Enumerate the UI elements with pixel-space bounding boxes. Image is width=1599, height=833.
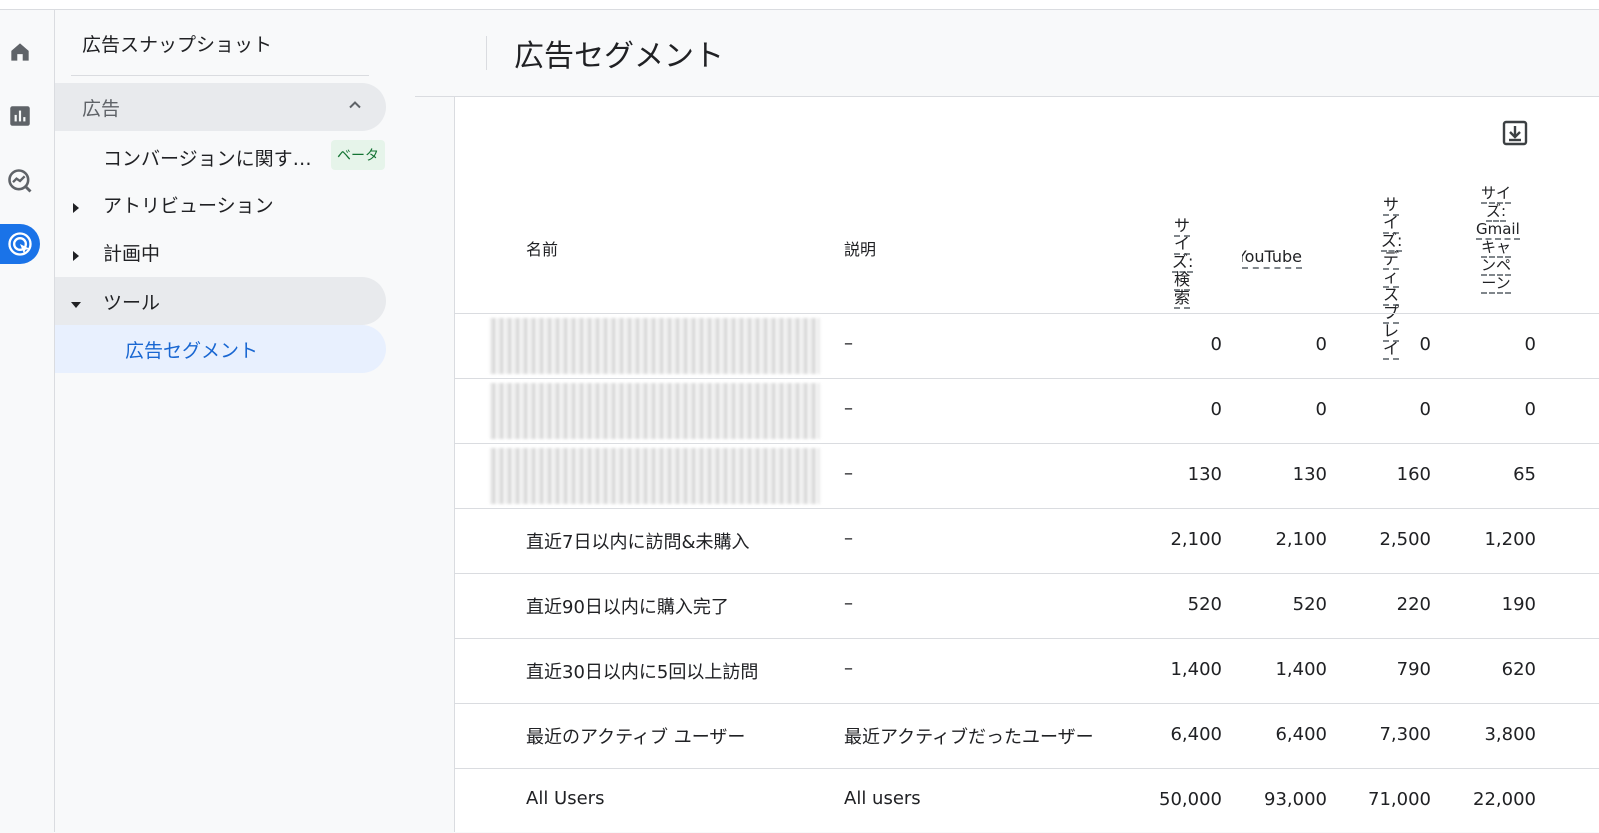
side-nav: 広告スナップショット 広告 コンバージョンに関す… ベータ アトリビューション … [55, 10, 415, 832]
cell-description: – [844, 463, 853, 484]
divider [71, 75, 369, 76]
cell-size-youtube: 0 [1315, 334, 1327, 355]
top-bar [0, 0, 1599, 10]
nav-group-ads[interactable]: 広告 [55, 83, 386, 131]
cell-description: – [844, 398, 853, 419]
nav-group-label: 広告 [82, 98, 121, 120]
sidebar-item-tools[interactable]: ツール [55, 277, 386, 325]
icon-rail [0, 10, 55, 832]
cell-name: 直近7日以内に訪問&未購入 [526, 532, 750, 553]
cell-description: – [844, 593, 853, 614]
cell-size-display: 7,300 [1379, 724, 1431, 745]
column-header-size-youtube[interactable]: サイズ: YouTube [1242, 247, 1302, 269]
cell-description: – [844, 333, 853, 354]
sidebar-item-label: 計画中 [103, 243, 161, 265]
cell-size-search: 6,400 [1170, 724, 1222, 745]
page-title: 広告セグメント [514, 39, 724, 74]
cell-size-youtube: 130 [1292, 464, 1327, 485]
cell-size-display: 790 [1396, 659, 1431, 680]
cell-size-gmail: 0 [1524, 399, 1536, 420]
caret-down-icon [71, 295, 81, 314]
cell-size-youtube: 2,100 [1275, 529, 1327, 550]
cell-size-gmail: 22,000 [1473, 789, 1536, 810]
download-icon[interactable] [1501, 119, 1529, 147]
beta-badge: ベータ [331, 140, 385, 170]
table-row[interactable]: All Users All users 50,000 93,000 71,000… [455, 768, 1599, 833]
cell-size-gmail: 190 [1501, 594, 1536, 615]
redacted-name [490, 383, 820, 439]
cell-description: All users [844, 788, 921, 809]
explore-icon[interactable] [0, 161, 40, 201]
nav-title[interactable]: 広告スナップショット [82, 30, 272, 57]
cell-name: All Users [526, 788, 605, 809]
sidebar-item-label: アトリビューション [103, 195, 274, 217]
cell-size-youtube: 1,400 [1275, 659, 1327, 680]
column-header-size-search[interactable]: サイ ズ: 検索 [1172, 216, 1194, 309]
cell-size-search: 130 [1187, 464, 1222, 485]
reports-icon[interactable] [0, 96, 40, 136]
sidebar-item-label: コンバージョンに関す… [103, 148, 312, 170]
cell-name: 直近90日以内に購入完了 [526, 597, 729, 618]
cell-size-search: 2,100 [1170, 529, 1222, 550]
page-header: 広告セグメント [415, 10, 1599, 97]
cell-size-gmail: 0 [1524, 334, 1536, 355]
cell-name: 直近30日以内に5回以上訪問 [526, 662, 759, 683]
chevron-up-icon [347, 97, 363, 117]
cell-name: 最近のアクティブ ユーザー [526, 727, 746, 748]
table-row[interactable]: 直近90日以内に購入完了 – 520 520 220 190 [455, 573, 1599, 638]
cell-size-search: 1,400 [1170, 659, 1222, 680]
cell-size-display: 0 [1419, 334, 1431, 355]
divider [486, 36, 487, 70]
cell-size-display: 160 [1396, 464, 1431, 485]
home-icon[interactable] [0, 32, 40, 72]
advertising-icon[interactable] [0, 224, 40, 264]
sidebar-item-planning[interactable]: 計画中 [55, 228, 386, 276]
caret-right-icon [71, 246, 81, 265]
table-row[interactable]: – 130 130 160 65 [455, 443, 1599, 508]
cell-size-gmail: 65 [1513, 464, 1536, 485]
cell-size-youtube: 6,400 [1275, 724, 1327, 745]
cell-size-gmail: 1,200 [1484, 529, 1536, 550]
cell-description: 最近アクティブだったユーザー [844, 727, 1094, 748]
cell-size-search: 0 [1210, 399, 1222, 420]
table-row[interactable]: – 0 0 0 0 [455, 313, 1599, 378]
cell-size-youtube: 0 [1315, 399, 1327, 420]
sidebar-item-label: 広告セグメント [125, 340, 259, 362]
cell-size-display: 2,500 [1379, 529, 1431, 550]
cell-size-display: 0 [1419, 399, 1431, 420]
cell-size-search: 520 [1187, 594, 1222, 615]
cell-size-search: 0 [1210, 334, 1222, 355]
cell-size-youtube: 93,000 [1264, 789, 1327, 810]
cell-size-youtube: 520 [1292, 594, 1327, 615]
column-header-name[interactable]: 名前 [526, 236, 558, 260]
redacted-name [490, 318, 820, 374]
cell-description: – [844, 658, 853, 679]
sidebar-item-ad-segments[interactable]: 広告セグメント [55, 325, 386, 373]
table-row[interactable]: – 0 0 0 0 [455, 378, 1599, 443]
caret-right-icon [71, 198, 81, 217]
cell-description: – [844, 528, 853, 549]
cell-size-gmail: 3,800 [1484, 724, 1536, 745]
sidebar-item-conversions[interactable]: コンバージョンに関す… ベータ [55, 133, 386, 181]
segments-table-card: 名前 説明 サイ ズ: 検索 サイズ: YouTube サイ ズ: ディ スプ … [454, 97, 1599, 832]
column-header-size-gmail[interactable]: サイ ズ: Gmail キャ ンペ ーン [1476, 184, 1520, 294]
cell-size-display: 71,000 [1368, 789, 1431, 810]
sidebar-item-label: ツール [103, 292, 161, 314]
redacted-name [490, 448, 820, 504]
table-row[interactable]: 直近7日以内に訪問&未購入 – 2,100 2,100 2,500 1,200 [455, 508, 1599, 573]
sidebar-item-attribution[interactable]: アトリビューション [55, 180, 386, 228]
column-header-description[interactable]: 説明 [844, 236, 876, 260]
cell-size-display: 220 [1396, 594, 1431, 615]
cell-size-gmail: 620 [1501, 659, 1536, 680]
table-row[interactable]: 直近30日以内に5回以上訪問 – 1,400 1,400 790 620 [455, 638, 1599, 703]
cell-size-search: 50,000 [1159, 789, 1222, 810]
table-row[interactable]: 最近のアクティブ ユーザー 最近アクティブだったユーザー 6,400 6,400… [455, 703, 1599, 768]
